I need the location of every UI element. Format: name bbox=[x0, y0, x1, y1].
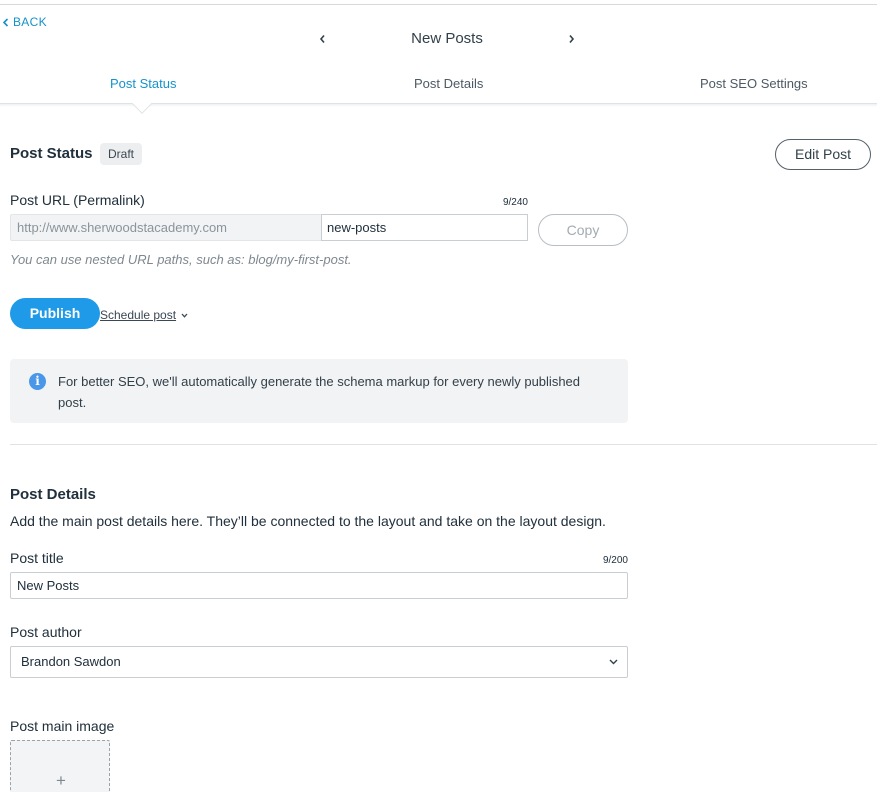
publish-button[interactable]: Publish bbox=[10, 298, 100, 329]
main-image-upload[interactable]: + bbox=[10, 740, 110, 792]
post-author-select[interactable]: Brandon Sawdon bbox=[10, 646, 628, 678]
schedule-post-label: Schedule post bbox=[100, 308, 177, 322]
post-author-label: Post author bbox=[10, 624, 82, 640]
add-image-plus: + bbox=[56, 771, 66, 790]
page-title: New Posts bbox=[411, 30, 483, 47]
post-details-heading: Post Details bbox=[10, 486, 96, 503]
post-details-description: Add the main post details here. They’ll … bbox=[10, 513, 606, 529]
post-title-counter: 9/200 bbox=[602, 555, 628, 566]
copy-url-button[interactable]: Copy bbox=[538, 214, 628, 246]
post-url-counter: 9/240 bbox=[502, 197, 528, 208]
tab-post-seo-settings[interactable]: Post SEO Settings bbox=[700, 76, 808, 91]
edit-post-button[interactable]: Edit Post bbox=[775, 139, 871, 170]
chevron-left-icon bbox=[2, 17, 9, 27]
next-post-button[interactable] bbox=[564, 32, 578, 46]
seo-info-box: i For better SEO, we'll automatically ge… bbox=[10, 359, 628, 423]
post-title-label: Post title bbox=[10, 550, 64, 566]
seo-info-text: For better SEO, we'll automatically gene… bbox=[58, 374, 581, 410]
info-icon: i bbox=[29, 373, 46, 390]
post-url-label: Post URL (Permalink) bbox=[10, 192, 145, 208]
schedule-post-link[interactable]: Schedule post bbox=[100, 308, 188, 322]
back-button[interactable]: BACK bbox=[2, 15, 47, 29]
chevron-down-icon bbox=[181, 313, 188, 318]
tab-post-status[interactable]: Post Status bbox=[110, 76, 176, 91]
post-author-value: Brandon Sawdon bbox=[21, 654, 121, 669]
status-badge: Draft bbox=[100, 143, 143, 165]
url-slug-input[interactable]: new-posts bbox=[321, 214, 528, 241]
chevron-left-icon bbox=[319, 34, 325, 44]
post-status-heading: Post Status bbox=[10, 145, 93, 162]
url-prefix-field: http://www.sherwoodstacademy.com bbox=[10, 214, 321, 241]
chevron-right-icon bbox=[568, 34, 574, 44]
previous-post-button[interactable] bbox=[315, 32, 329, 46]
post-title-input[interactable]: New Posts bbox=[10, 572, 628, 599]
post-main-image-label: Post main image bbox=[10, 718, 115, 734]
tab-post-details[interactable]: Post Details bbox=[414, 76, 483, 91]
chevron-down-icon bbox=[609, 659, 618, 665]
url-hint: You can use nested URL paths, such as: b… bbox=[10, 252, 352, 267]
section-divider bbox=[10, 444, 877, 445]
back-label: BACK bbox=[13, 15, 47, 29]
top-border bbox=[0, 4, 877, 5]
tab-bar: Post Status Post Details Post SEO Settin… bbox=[0, 66, 877, 104]
